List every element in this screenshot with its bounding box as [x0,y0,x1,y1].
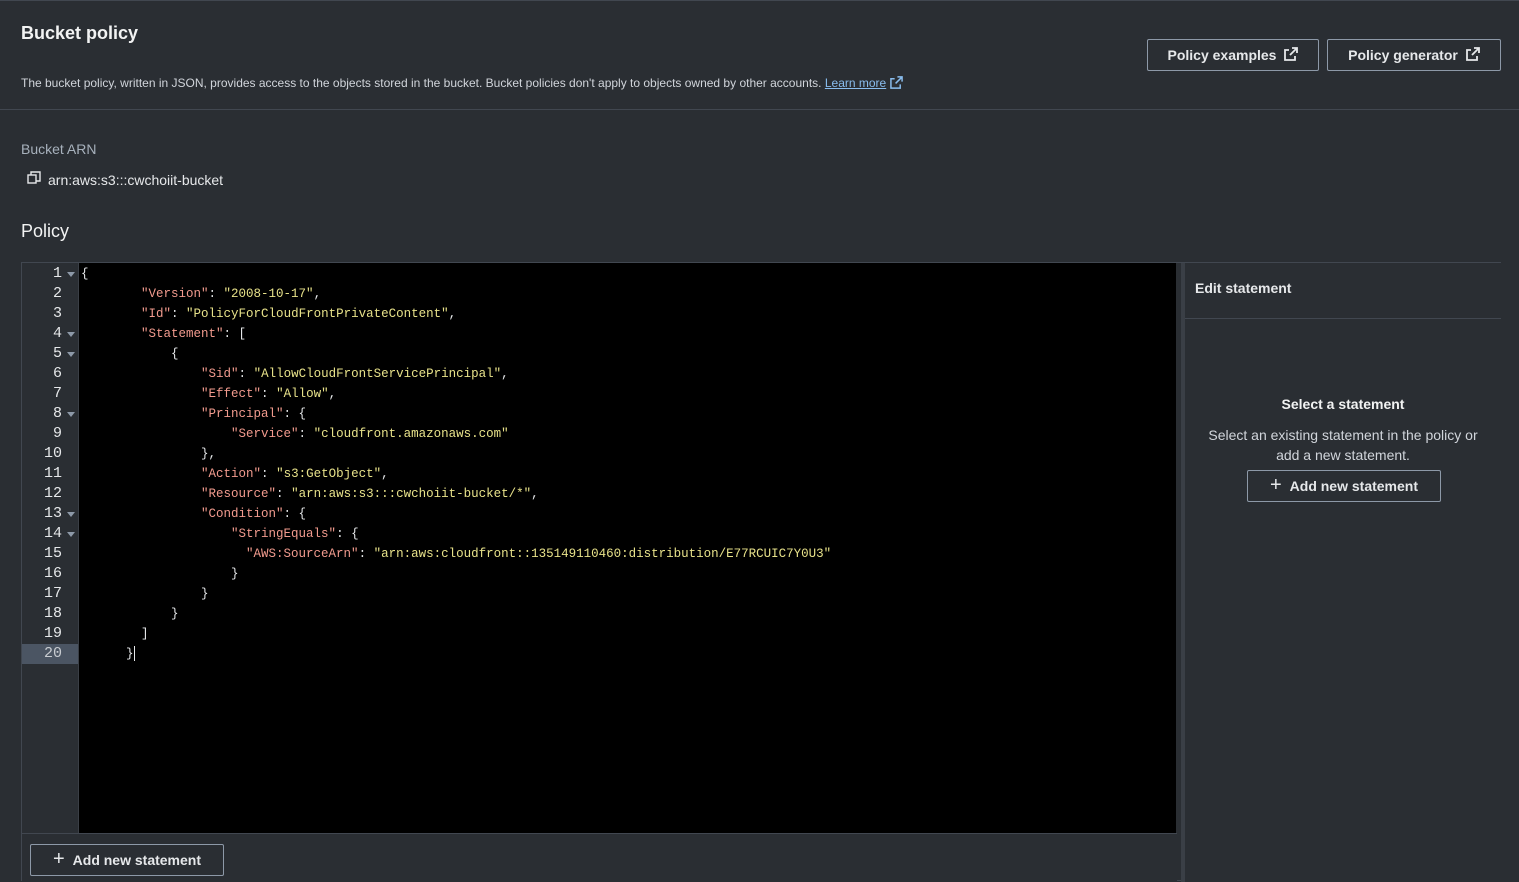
bucket-arn-label: Bucket ARN [21,141,97,157]
fold-arrow-icon[interactable] [67,512,75,517]
code-area[interactable]: { "Version": "2008-10-17", "Id": "Policy… [79,263,1176,833]
code-line: } [81,646,135,662]
code-line: "StringEquals": { [231,527,359,541]
code-line: "Action": "s3:GetObject", [201,467,389,481]
side-add-new-statement-button[interactable]: + Add new statement [1247,470,1441,502]
code-line: "Resource": "arn:aws:s3:::cwchoiit-bucke… [201,487,539,501]
policy-examples-button[interactable]: Policy examples [1147,39,1319,71]
bucket-policy-header: Bucket policy The bucket policy, written… [0,0,1519,110]
select-statement-text: Select an existing statement in the poli… [1208,427,1478,463]
code-line: "Principal": { [201,407,307,421]
select-statement-title: Select a statement [1281,396,1405,412]
page-title: Bucket policy [21,23,139,43]
plus-icon: + [52,848,65,870]
line-number: 15 [43,545,62,562]
edit-statement-panel: Edit statement Select a statement Select… [1181,263,1501,882]
editor-bottom-bar: + Add new statement [22,833,1177,882]
line-number: 14 [43,525,62,542]
line-number: 13 [43,505,62,522]
copy-icon[interactable] [27,171,41,188]
editor-gutter: 1 2 3 4 5 6 7 8 9 10 11 12 13 14 15 16 17 18 19 20 [22,263,79,833]
code-line: } [81,567,239,581]
policy-description: The bucket policy, written in JSON, prov… [21,76,904,92]
line-number: 8 [52,405,62,422]
code-line: "Condition": { [201,507,307,521]
line-number: 19 [43,625,62,642]
add-new-statement-button[interactable]: + Add new statement [30,844,224,876]
external-link-icon [890,76,904,92]
code-line: "Id": "PolicyForCloudFrontPrivateContent… [141,307,457,321]
fold-arrow-icon[interactable] [67,332,75,337]
policy-editor: 1 2 3 4 5 6 7 8 9 10 11 12 13 14 15 16 17 18 19 20 { "Versi… [21,262,1501,882]
policy-label: Policy [21,221,70,241]
bucket-arn-value: arn:aws:s3:::cwchoiit-bucket [48,171,224,188]
description-text: The bucket policy, written in JSON, prov… [21,76,822,91]
policy-generator-button[interactable]: Policy generator [1327,39,1501,71]
code-line: "Sid": "AllowCloudFrontServicePrincipal"… [201,367,509,381]
code-line: "AWS:SourceArn": "arn:aws:cloudfront::13… [246,547,832,561]
bucket-arn-row: arn:aws:s3:::cwchoiit-bucket [27,171,223,188]
code-line: { [81,267,89,281]
learn-more-link[interactable]: Learn more [825,76,886,90]
line-number: 12 [43,485,62,502]
code-line: "Statement": [ [141,327,247,341]
line-number: 18 [43,605,62,622]
line-number: 9 [52,425,62,442]
line-number: 5 [52,345,62,362]
line-number: 7 [52,385,62,402]
external-link-icon [1284,46,1299,64]
code-line: "Service": "cloudfront.amazonaws.com" [231,427,509,441]
line-number: 20 [22,644,78,664]
code-line: { [81,347,179,361]
line-number: 1 [52,265,62,282]
code-line: "Effect": "Allow", [201,387,337,401]
line-number: 11 [43,465,62,482]
line-number: 16 [43,565,62,582]
external-link-icon [1465,46,1480,64]
line-number: 6 [52,365,62,382]
edit-statement-title: Edit statement [1185,263,1501,319]
fold-arrow-icon[interactable] [67,532,75,537]
code-line: } [81,607,179,621]
fold-arrow-icon[interactable] [67,352,75,357]
line-number: 2 [52,285,62,302]
code-line: "Version": "2008-10-17", [141,287,322,301]
line-number: 17 [43,585,62,602]
line-number: 3 [52,305,62,322]
text-cursor [133,646,135,662]
line-number: 10 [43,445,62,462]
line-number: 4 [52,325,62,342]
code-line: }, [81,447,217,461]
code-line: ] [81,627,149,641]
code-line: } [81,587,209,601]
fold-arrow-icon[interactable] [67,272,75,277]
fold-arrow-icon[interactable] [67,412,75,417]
plus-icon: + [1269,474,1282,496]
